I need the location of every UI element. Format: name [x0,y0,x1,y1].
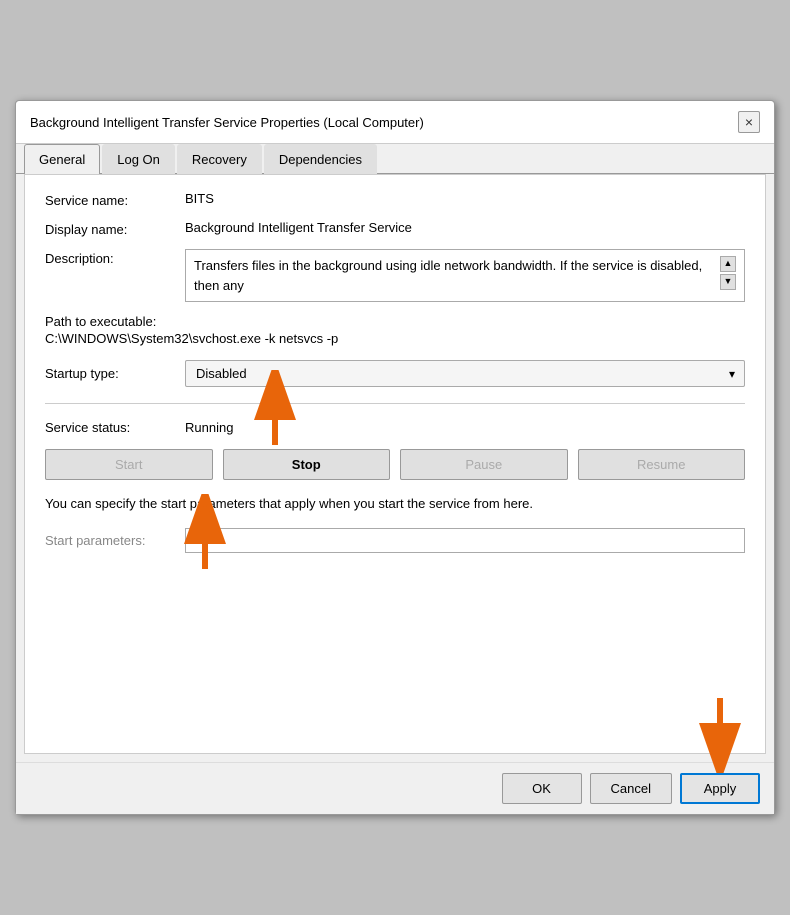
tab-bar: General Log On Recovery Dependencies [16,144,774,174]
title-bar: Background Intelligent Transfer Service … [16,101,774,144]
tab-general[interactable]: General [24,144,100,174]
service-name-label: Service name: [45,191,185,208]
tab-logon[interactable]: Log On [102,144,175,174]
info-text: You can specify the start parameters tha… [45,494,745,514]
startup-type-label: Startup type: [45,366,185,381]
buttons-annotation-container: Start Stop Pause Resume [45,449,745,480]
footer-buttons: OK Cancel Apply [16,762,774,814]
properties-dialog: Background Intelligent Transfer Service … [15,100,775,815]
ok-button[interactable]: OK [502,773,582,804]
scroll-up-arrow[interactable]: ▲ [720,256,736,272]
startup-type-select-wrapper[interactable]: Disabled Manual Automatic Automatic (Del… [185,360,745,387]
display-name-value: Background Intelligent Transfer Service [185,220,412,235]
description-text: Transfers files in the background using … [194,256,716,295]
tab-recovery[interactable]: Recovery [177,144,262,174]
description-row: Description: Transfers files in the back… [45,249,745,302]
description-label: Description: [45,249,185,266]
divider [45,403,745,404]
startup-type-row: Startup type: Disabled Manual Automatic … [45,360,745,387]
service-status-label: Service status: [45,420,185,435]
resume-button[interactable]: Resume [578,449,746,480]
start-params-label: Start parameters: [45,533,185,548]
service-name-row: Service name: BITS [45,191,745,208]
path-label: Path to executable: [45,314,745,329]
service-name-value: BITS [185,191,214,206]
start-button[interactable]: Start [45,449,213,480]
start-params-input[interactable] [185,528,745,553]
path-value: C:\WINDOWS\System32\svchost.exe -k netsv… [45,331,745,346]
tab-dependencies[interactable]: Dependencies [264,144,377,174]
description-scrollbar[interactable]: ▲ ▼ [720,256,736,290]
display-name-label: Display name: [45,220,185,237]
scroll-down-arrow[interactable]: ▼ [720,274,736,290]
close-button[interactable]: × [738,111,760,133]
start-params-row: Start parameters: [45,528,745,553]
stop-button[interactable]: Stop [223,449,391,480]
tab-content-general: Service name: BITS Display name: Backgro… [24,174,766,754]
service-control-buttons: Start Stop Pause Resume [45,449,745,480]
startup-annotation-container: Startup type: Disabled Manual Automatic … [45,360,745,387]
display-name-row: Display name: Background Intelligent Tra… [45,220,745,237]
window-title: Background Intelligent Transfer Service … [30,115,424,130]
service-status-row: Service status: Running [45,420,745,435]
pause-button[interactable]: Pause [400,449,568,480]
description-box: Transfers files in the background using … [185,249,745,302]
path-section: Path to executable: C:\WINDOWS\System32\… [45,314,745,346]
apply-button[interactable]: Apply [680,773,760,804]
service-status-value: Running [185,420,233,435]
cancel-button[interactable]: Cancel [590,773,672,804]
startup-type-select[interactable]: Disabled Manual Automatic Automatic (Del… [185,360,745,387]
